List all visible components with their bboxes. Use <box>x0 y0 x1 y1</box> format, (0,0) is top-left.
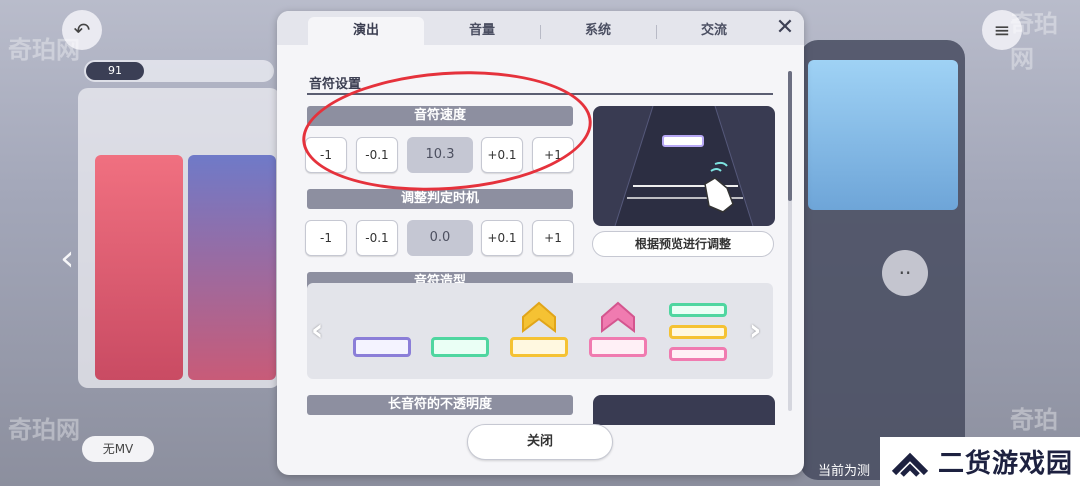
note-shape-option[interactable] <box>353 337 411 357</box>
background-tab: 91 <box>86 62 144 80</box>
timing-minus-0.1-button[interactable]: -0.1 <box>356 220 398 256</box>
flick-arrow-icon <box>522 301 556 333</box>
tab-communication[interactable]: 交流 <box>656 17 772 45</box>
timing-value: 0.0 <box>407 220 473 256</box>
watermark: 奇珀网 <box>1010 10 1058 73</box>
background-screen-image <box>808 60 958 210</box>
chevron-right-icon[interactable]: › <box>749 313 761 348</box>
close-icon[interactable]: ✕ <box>773 16 797 40</box>
preview-lane-graphic <box>614 106 754 226</box>
tab-volume[interactable]: 音量 <box>424 17 540 45</box>
tab-performance[interactable]: 演出 <box>308 17 424 45</box>
long-note-opacity-label: 长音符的不透明度 <box>307 395 573 415</box>
note-preview <box>593 106 775 226</box>
settings-tabbar: 演出 音量 系统 交流 ✕ <box>277 11 804 45</box>
note-shape-option[interactable] <box>510 337 568 357</box>
more-icon: ·· <box>882 250 928 296</box>
background-status-text: 当前为测 <box>818 464 871 479</box>
watermark: 奇珀网 <box>8 416 80 444</box>
note-shape-option[interactable] <box>589 337 647 357</box>
chevron-left-icon: ‹ <box>60 238 75 279</box>
note-shape-option[interactable] <box>431 337 489 357</box>
logo-chevron-icon <box>891 452 929 477</box>
logo-text: 二货游戏园 <box>938 449 1074 479</box>
long-note-preview <box>593 395 775 425</box>
no-mv-pill: 无MV <box>82 436 154 462</box>
flick-arrow-icon <box>601 301 635 333</box>
note-shape-option[interactable] <box>669 325 727 339</box>
character-card <box>95 155 183 380</box>
tab-system[interactable]: 系统 <box>540 17 656 45</box>
adjust-by-preview-button[interactable]: 根据预览进行调整 <box>592 231 774 257</box>
character-card <box>188 155 276 380</box>
timing-minus-1-button[interactable]: -1 <box>305 220 347 256</box>
note-shape-option[interactable] <box>669 347 727 361</box>
judge-timing-label: 调整判定时机 <box>307 189 573 209</box>
note-shape-option[interactable] <box>669 303 727 317</box>
section-title: 音符设置 <box>309 77 362 92</box>
timing-plus-0.1-button[interactable]: +0.1 <box>481 220 523 256</box>
watermark: 奇珀网 <box>8 36 80 64</box>
close-button[interactable]: 关闭 <box>467 424 613 460</box>
timing-plus-1-button[interactable]: +1 <box>532 220 574 256</box>
scrollbar-thumb[interactable] <box>788 71 792 201</box>
chevron-left-icon[interactable]: ‹ <box>311 313 323 348</box>
site-logo: 二货游戏园 <box>880 437 1080 486</box>
